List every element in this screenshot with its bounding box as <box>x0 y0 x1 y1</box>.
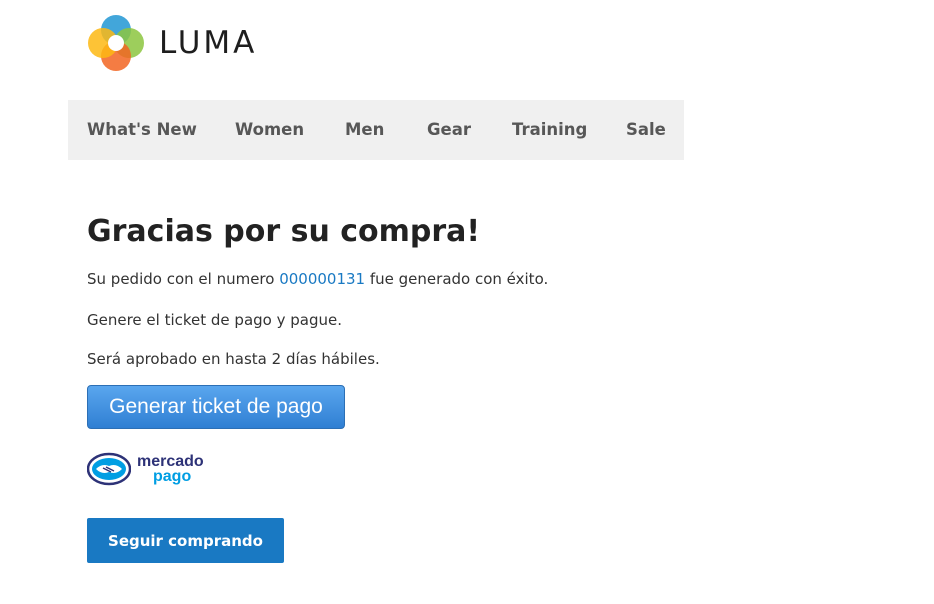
main-navigation: What's New Women Men Gear Training Sale <box>68 100 684 160</box>
approval-note-text: Será aprobado en hasta 2 días hábiles. <box>87 350 380 368</box>
order-text-suffix: fue generado con éxito. <box>365 270 549 288</box>
nav-item-whats-new[interactable]: What's New <box>87 120 197 139</box>
mercado-pago-logo: mercado pago <box>87 452 204 486</box>
page: LUMA What's New Women Men Gear Training … <box>0 0 934 604</box>
nav-item-men[interactable]: Men <box>345 120 384 139</box>
nav-item-gear[interactable]: Gear <box>427 120 471 139</box>
nav-item-sale[interactable]: Sale <box>626 120 666 139</box>
luma-logo-icon <box>88 15 144 71</box>
luma-logo[interactable]: LUMA <box>87 14 257 72</box>
order-text-prefix: Su pedido con el numero <box>87 270 280 288</box>
nav-item-training[interactable]: Training <box>512 120 587 139</box>
mercado-pago-line2: pago <box>153 468 192 485</box>
handshake-icon <box>87 452 131 486</box>
payment-instruction-text: Genere el ticket de pago y pague. <box>87 311 342 329</box>
order-number-link[interactable]: 000000131 <box>279 270 365 288</box>
nav-item-women[interactable]: Women <box>235 120 304 139</box>
generate-ticket-button[interactable]: Generar ticket de pago <box>87 385 345 429</box>
order-confirmation-text: Su pedido con el numero 000000131 fue ge… <box>87 270 548 288</box>
mercado-pago-line1: mercado <box>137 453 204 470</box>
continue-shopping-button[interactable]: Seguir comprando <box>87 518 284 563</box>
logo-text: LUMA <box>159 25 258 61</box>
page-title: Gracias por su compra! <box>87 214 481 249</box>
mercado-pago-wordmark: mercado pago <box>137 453 204 485</box>
